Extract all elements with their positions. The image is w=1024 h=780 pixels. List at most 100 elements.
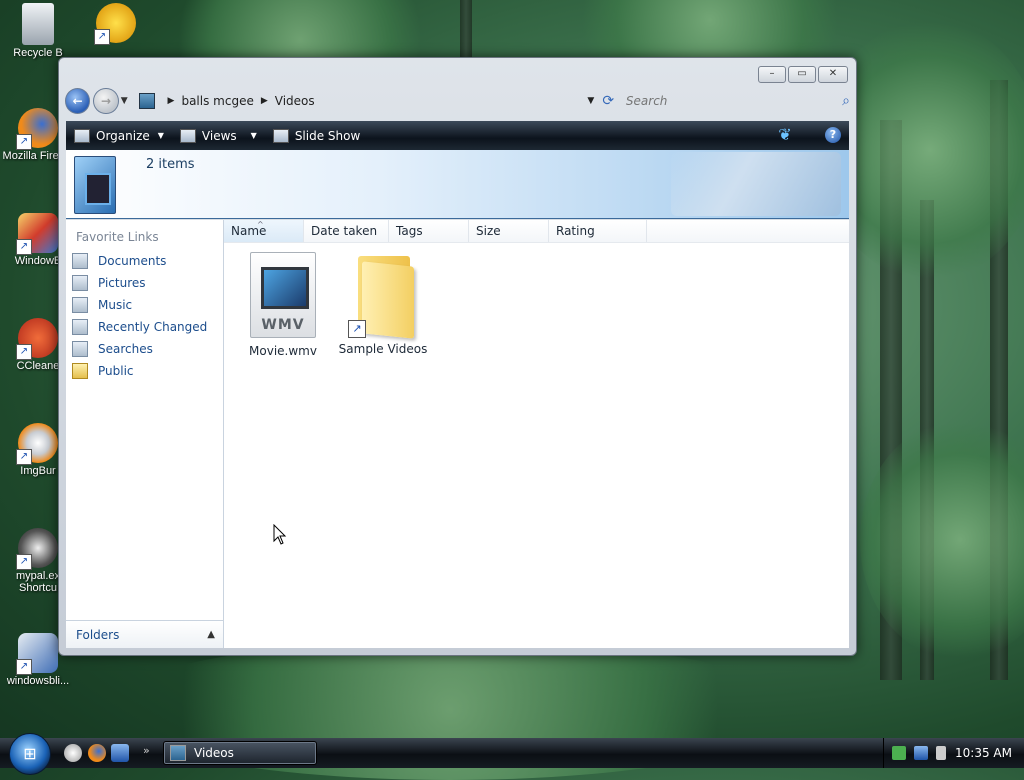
nav-link-label: Pictures <box>98 276 146 290</box>
nav-link-label: Public <box>98 364 134 378</box>
sort-ascending-icon: ^ <box>257 220 264 229</box>
shortcut-arrow-icon: ↗ <box>348 320 366 338</box>
videos-folder-large-icon <box>74 156 116 214</box>
ccleaner-icon: ↗ <box>16 318 58 360</box>
taskbar: ⊞ » Videos 10:35 AM <box>0 733 1024 775</box>
recently-changed-icon <box>72 319 88 335</box>
shortcut-arrow-icon: ↗ <box>16 449 32 465</box>
column-label: Tags <box>396 224 423 238</box>
documents-icon <box>72 253 88 269</box>
favorite-links-heading: Favorite Links <box>76 230 159 244</box>
breadcrumb-user[interactable]: balls mcgee <box>181 94 253 108</box>
maximize-button[interactable]: ▭ <box>788 66 816 83</box>
quicklaunch-media-icon[interactable] <box>64 744 82 762</box>
yahoo-messenger-icon: ↗ <box>94 3 136 45</box>
breadcrumb-chevron-icon[interactable]: ▶ <box>261 96 268 106</box>
column-headers: ^ Name Date taken Tags Size Rating <box>224 220 849 243</box>
header-banner-image <box>671 152 841 216</box>
film-strip-icon <box>261 267 309 309</box>
quicklaunch-firefox-icon[interactable] <box>88 744 106 762</box>
explorer-window: – ▭ ✕ ← → ▼ ▶ balls mcgee ▶ Videos ▼ ⟳ ⌕… <box>58 57 857 656</box>
breadcrumb-chevron-icon[interactable]: ▶ <box>168 96 175 106</box>
minimize-button[interactable]: – <box>758 66 786 83</box>
file-type-tag: WMV <box>261 317 305 333</box>
column-date-taken[interactable]: Date taken <box>304 220 389 242</box>
search-box[interactable]: ⌕ <box>623 90 850 112</box>
chevron-down-icon: ▼ <box>157 131 164 140</box>
nav-link-label: Documents <box>98 254 167 268</box>
title-bar[interactable]: – ▭ ✕ <box>59 58 856 88</box>
column-name[interactable]: ^ Name <box>224 220 304 242</box>
file-name: Sample Videos <box>338 342 428 356</box>
desktop-icon-label: ImgBur <box>20 465 56 477</box>
system-tray: 10:35 AM <box>883 738 1024 768</box>
column-tags[interactable]: Tags <box>389 220 469 242</box>
views-label: Views <box>201 128 237 143</box>
clock[interactable]: 10:35 AM <box>955 746 1012 760</box>
views-button[interactable]: Views ▼ <box>172 121 265 150</box>
nav-link-label: Searches <box>98 342 153 356</box>
folders-toggle[interactable]: Folders ▲ <box>66 620 223 648</box>
wmv-file-icon: WMV <box>250 252 316 338</box>
command-bar: Organize ▼ Views ▼ Slide Show ❦ ? <box>66 121 849 150</box>
slideshow-label: Slide Show <box>294 128 361 143</box>
file-list: ^ Name Date taken Tags Size Rating WMV M… <box>224 220 849 648</box>
nav-link-public[interactable]: Public <box>66 360 223 382</box>
desktop-icon-recycle-bin[interactable]: Recycle B <box>2 3 74 59</box>
raccoon-icon: ↗ <box>16 528 58 570</box>
start-button[interactable]: ⊞ <box>9 733 51 775</box>
views-icon <box>179 128 196 143</box>
nav-link-recently-changed[interactable]: Recently Changed <box>66 316 223 338</box>
shortcut-arrow-icon: ↗ <box>94 29 110 45</box>
nav-link-pictures[interactable]: Pictures <box>66 272 223 294</box>
public-folder-icon <box>72 363 88 379</box>
quicklaunch-more-button[interactable]: » <box>143 744 150 757</box>
pictures-icon <box>72 275 88 291</box>
back-arrow-icon: ← <box>72 94 83 108</box>
nav-link-searches[interactable]: Searches <box>66 338 223 360</box>
close-button[interactable]: ✕ <box>818 66 848 83</box>
mouse-cursor-icon <box>273 524 287 545</box>
shortcut-arrow-icon: ↗ <box>16 554 32 570</box>
history-dropdown-button[interactable]: ▼ <box>121 96 131 106</box>
folders-label: Folders <box>76 627 120 642</box>
shortcut-arrow-icon: ↗ <box>16 239 32 255</box>
organize-label: Organize <box>96 128 150 143</box>
breadcrumb-videos[interactable]: Videos <box>275 94 315 108</box>
videos-folder-icon <box>138 93 155 109</box>
searches-icon <box>72 341 88 357</box>
refresh-icon[interactable]: ⟳ <box>602 93 618 109</box>
desktop-icon-label: Recycle B <box>13 47 63 59</box>
address-row: ← → ▼ ▶ balls mcgee ▶ Videos ▼ ⟳ ⌕ <box>65 87 850 115</box>
help-button[interactable]: ? <box>825 127 841 143</box>
column-rating[interactable]: Rating <box>549 220 647 242</box>
volume-icon[interactable] <box>936 746 946 760</box>
back-button[interactable]: ← <box>65 88 91 114</box>
column-size[interactable]: Size <box>469 220 549 242</box>
network-icon[interactable] <box>914 746 928 760</box>
address-dropdown-icon[interactable]: ▼ <box>587 96 594 106</box>
slideshow-button[interactable]: Slide Show <box>265 121 368 150</box>
desktop-icon-label: windowsbli... <box>6 675 70 687</box>
taskbar-button-label: Videos <box>194 746 234 760</box>
firefox-icon: ↗ <box>16 108 58 150</box>
file-item-movie[interactable]: WMV Movie.wmv <box>237 252 329 358</box>
search-icon[interactable]: ⌕ <box>842 93 850 109</box>
chevron-down-icon: ▼ <box>250 131 257 140</box>
organize-button[interactable]: Organize ▼ <box>66 121 172 150</box>
address-bar[interactable]: ▶ balls mcgee ▶ Videos ▼ <box>135 90 603 112</box>
desktop-icon-yahoo[interactable]: ↗ <box>80 3 152 45</box>
taskbar-button-videos[interactable]: Videos <box>163 741 317 765</box>
forward-arrow-icon: → <box>101 94 112 108</box>
nav-link-label: Music <box>98 298 133 312</box>
file-item-sample-videos[interactable]: ↗ Sample Videos <box>337 252 429 356</box>
forward-button[interactable]: → <box>93 88 119 114</box>
security-check-icon[interactable] <box>892 746 906 760</box>
nav-link-documents[interactable]: Documents <box>66 250 223 272</box>
nav-link-label: Recently Changed <box>98 320 208 334</box>
search-input[interactable] <box>623 93 828 109</box>
shortcut-arrow-icon: ↗ <box>16 659 32 675</box>
nav-link-music[interactable]: Music <box>66 294 223 316</box>
imgburn-icon: ↗ <box>16 423 58 465</box>
quicklaunch-show-desktop-icon[interactable] <box>111 744 129 762</box>
